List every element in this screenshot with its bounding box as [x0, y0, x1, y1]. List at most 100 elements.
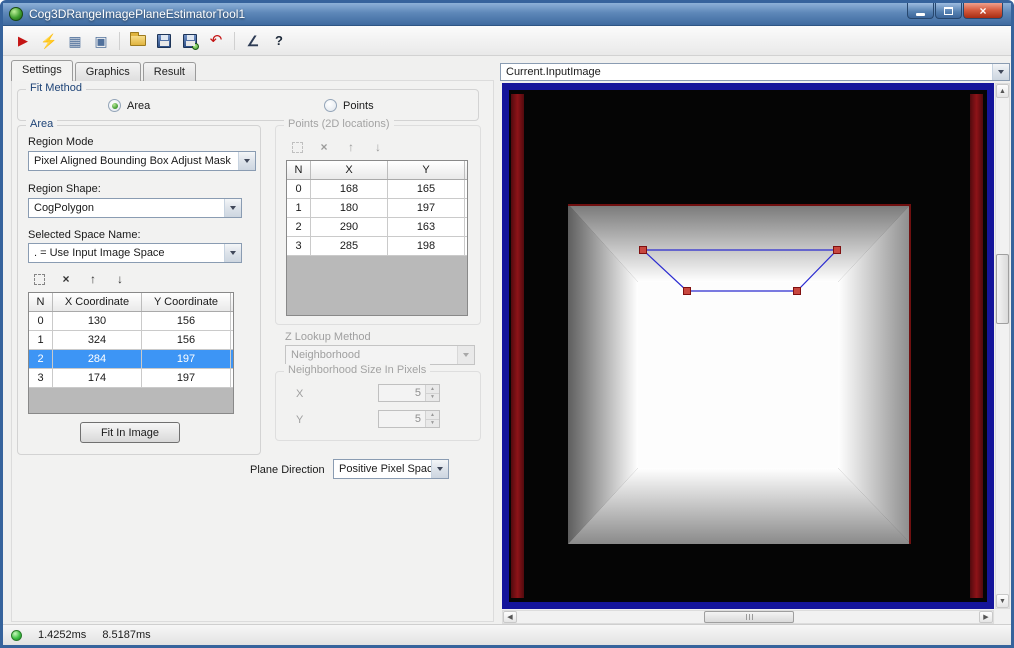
cell: 198 — [388, 237, 465, 255]
open-file-button[interactable] — [127, 30, 149, 52]
cell: 3 — [29, 369, 53, 387]
delete-row-button[interactable]: × — [57, 270, 75, 288]
caption-buttons: × — [907, 3, 1003, 19]
z-lookup-select: Neighborhood — [285, 345, 475, 365]
scroll-left-button[interactable]: ◀ — [503, 611, 517, 623]
minimize-button[interactable] — [907, 3, 934, 19]
table-row: 0 168 165 — [287, 180, 467, 199]
spinner-up-icon: ▲ — [426, 411, 439, 419]
region-shape-select[interactable]: CogPolygon — [28, 198, 242, 218]
range-image — [509, 90, 987, 602]
window-title: Cog3DRangeImagePlaneEstimatorTool1 — [29, 7, 245, 21]
fit-method-points-radio[interactable] — [324, 99, 337, 112]
fit-method-group: Fit Method Area Points — [17, 89, 479, 121]
run-live-button[interactable]: ⚡ — [38, 30, 60, 52]
chevron-down-icon[interactable] — [224, 199, 241, 217]
region-coordinate-table[interactable]: N X Coordinate Y Coordinate 0 130 156 1 … — [28, 292, 234, 414]
cell: 284 — [53, 350, 142, 368]
radio-icon — [108, 99, 121, 112]
z-lookup-value: Neighborhood — [286, 349, 457, 361]
fit-method-area-label[interactable]: Area — [127, 100, 150, 112]
close-button[interactable]: × — [963, 3, 1003, 19]
move-down-button[interactable]: ↓ — [111, 270, 129, 288]
polygon-handle[interactable] — [684, 288, 691, 295]
reset-button[interactable]: ↶ — [205, 30, 227, 52]
status-time-b: 8.5187ms — [102, 629, 150, 641]
floppy-arrow-icon — [183, 34, 197, 48]
close-icon: × — [979, 4, 986, 18]
vertical-scroll-thumb[interactable] — [996, 254, 1009, 324]
cell: 3 — [287, 237, 311, 255]
toolbar-separator — [119, 32, 120, 50]
selected-space-select[interactable]: . = Use Input Image Space — [28, 243, 242, 263]
move-up-button: ↑ — [342, 138, 360, 156]
horizontal-scroll-thumb[interactable] — [704, 611, 794, 623]
save-file-button[interactable] — [153, 30, 175, 52]
measure-button[interactable]: ∠ — [242, 30, 264, 52]
move-down-button: ↓ — [369, 138, 387, 156]
table-header: N X Coordinate Y Coordinate — [29, 293, 233, 312]
status-led-icon — [11, 630, 22, 641]
run-button[interactable]: ▶ — [12, 30, 34, 52]
cell: 1 — [29, 331, 53, 349]
region-shape-label: Region Shape: — [28, 183, 101, 195]
polygon-handle[interactable] — [640, 247, 647, 254]
table-row[interactable]: 1 324 156 — [29, 331, 233, 350]
tab-result[interactable]: Result — [143, 62, 196, 81]
scroll-up-button[interactable]: ▲ — [996, 84, 1009, 98]
table-row[interactable]: 0 130 156 — [29, 312, 233, 331]
image-display[interactable] — [502, 83, 994, 609]
header-cell: N — [287, 161, 311, 179]
cell: 290 — [311, 218, 388, 236]
add-row-button[interactable] — [30, 270, 48, 288]
header-cell: N — [29, 293, 53, 311]
neighborhood-y-label: Y — [296, 414, 303, 426]
polygon-handle[interactable] — [834, 247, 841, 254]
cell: 2 — [29, 350, 53, 368]
header-cell: Y Coordinate — [142, 293, 231, 311]
polygon-overlay[interactable] — [509, 90, 987, 602]
fit-in-image-button[interactable]: Fit In Image — [80, 422, 180, 443]
float-window-button[interactable]: ▣ — [90, 30, 112, 52]
tool-window: Cog3DRangeImagePlaneEstimatorTool1 × ▶ ⚡… — [0, 0, 1014, 648]
group-label: Points (2D locations) — [284, 118, 394, 130]
toolbar-separator — [234, 32, 235, 50]
table-row-selected[interactable]: 2 284 197 — [29, 350, 233, 369]
neighborhood-x-spinner: 5 ▲ ▼ — [378, 384, 440, 402]
image-source-select[interactable]: Current.InputImage — [500, 63, 1010, 81]
fit-method-points-label[interactable]: Points — [343, 100, 374, 112]
table-row[interactable]: 3 174 197 — [29, 369, 233, 388]
polygon-handle[interactable] — [794, 288, 801, 295]
cell: 1 — [287, 199, 311, 217]
table-row: 1 180 197 — [287, 199, 467, 218]
area-group: Area Region Mode Pixel Aligned Bounding … — [17, 125, 261, 455]
move-up-button[interactable]: ↑ — [84, 270, 102, 288]
status-bar: 1.4252ms 8.5187ms — [3, 624, 1011, 645]
chevron-down-icon[interactable] — [992, 64, 1009, 80]
tab-settings[interactable]: Settings — [11, 60, 73, 81]
region-mode-select[interactable]: Pixel Aligned Bounding Box Adjust Mask — [28, 151, 256, 171]
chevron-down-icon[interactable] — [431, 460, 448, 478]
plane-direction-select[interactable]: Positive Pixel Space Z — [333, 459, 449, 479]
horizontal-scrollbar[interactable]: ◀ ▶ — [502, 610, 994, 624]
app-icon — [9, 7, 23, 21]
folder-icon — [130, 35, 146, 46]
chevron-down-icon — [457, 346, 474, 364]
cell: 163 — [388, 218, 465, 236]
chevron-down-icon[interactable] — [238, 152, 255, 170]
cell: 180 — [311, 199, 388, 217]
save-image-button[interactable] — [179, 30, 201, 52]
tool-display-button[interactable]: ▦ — [64, 30, 86, 52]
tab-graphics[interactable]: Graphics — [75, 62, 141, 81]
help-button[interactable]: ? — [268, 30, 290, 52]
tab-strip: Settings Graphics Result — [11, 60, 198, 81]
cell: 197 — [388, 199, 465, 217]
title-bar: Cog3DRangeImagePlaneEstimatorTool1 × — [3, 3, 1011, 26]
maximize-button[interactable] — [935, 3, 962, 19]
scroll-right-button[interactable]: ▶ — [979, 611, 993, 623]
chevron-down-icon[interactable] — [224, 244, 241, 262]
fit-method-area-radio[interactable] — [108, 99, 121, 112]
vertical-scrollbar[interactable]: ▲ ▼ — [995, 83, 1010, 609]
image-source-value: Current.InputImage — [501, 66, 992, 78]
scroll-down-button[interactable]: ▼ — [996, 594, 1009, 608]
